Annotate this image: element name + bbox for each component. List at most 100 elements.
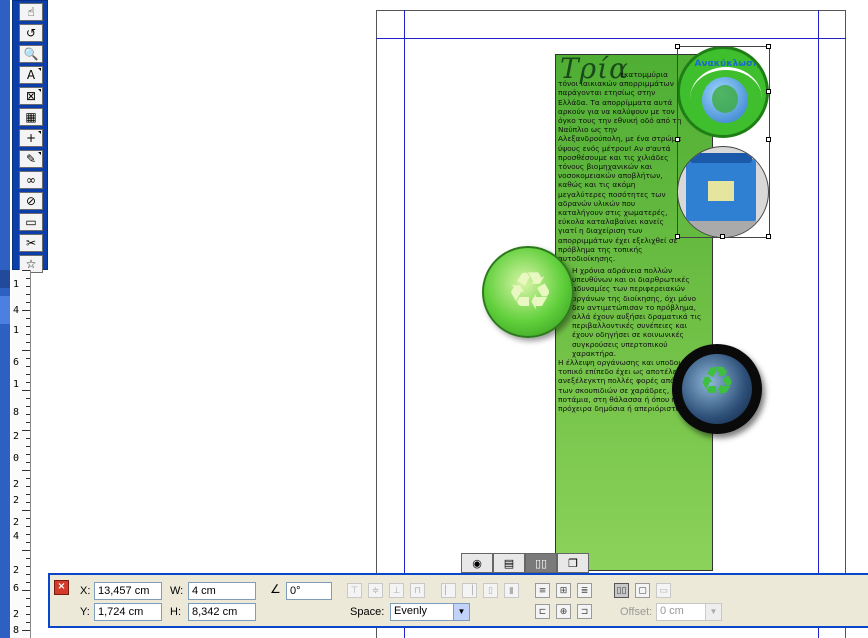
space-value: Evenly [394,605,428,617]
scissors-icon[interactable]: ✂ [19,234,43,252]
offset-select[interactable]: 0 cm ▼ [656,603,722,621]
width-field[interactable] [188,582,256,600]
resize-handle-br[interactable] [766,234,771,239]
article-body-text[interactable]: εκατομμύρια τόνοι ιαικιακών απορριμμάτων… [558,70,682,263]
hand-pointer-icon[interactable]: ☝ [19,3,43,21]
resize-handle-bl[interactable] [675,234,680,239]
resize-handle-mr[interactable] [766,137,771,142]
ruler-tick [22,390,30,391]
ruler-number: 8 [13,625,20,636]
distribute-even-button[interactable]: ▮ [504,583,519,598]
color-wheel-icon[interactable]: ◉ [461,553,493,573]
lock-button[interactable]: ⊓ [410,583,425,598]
ruler-tick [26,398,30,399]
link-icon[interactable]: ∞ [19,171,43,189]
align-left-edge-button[interactable]: ⊏ [535,604,550,619]
zoom-icon[interactable]: 🔍 [19,45,43,63]
layer-icon[interactable]: ▭ [19,213,43,231]
space-bottom-button[interactable]: ≣ [577,583,592,598]
resize-handle-tr[interactable] [766,44,771,49]
ruler-tick [26,574,30,575]
space-top-button[interactable]: ≡ [535,583,550,598]
ruler-number: 2 [13,609,20,620]
ruler-tick [26,494,30,495]
distribute-center-button[interactable]: ▕ [462,583,477,598]
unlink-icon[interactable]: ⊘ [19,192,43,210]
margin-guide-left [404,10,405,638]
distribute-left-button[interactable]: ▏ [441,583,456,598]
ruler-tick [26,286,30,287]
ruler-tick [26,302,30,303]
ruler-tick [26,334,30,335]
ruler-number: 2 [13,431,20,442]
text-tool-icon[interactable]: A [19,66,43,84]
ruler-number: 1 [13,379,20,390]
ruler-tick [26,406,30,407]
ruler-number: 1 [13,325,20,336]
close-icon[interactable]: × [54,580,69,595]
line-tool-icon[interactable]: + [19,129,43,147]
align-objects-icon[interactable]: ▯▯ [525,553,557,573]
duplicate-icon[interactable]: ❐ [557,553,589,573]
align-top-button[interactable]: ⊤ [347,583,362,598]
ruler-tick [26,438,30,439]
ruler-tick [26,502,30,503]
rotate-icon[interactable]: ↺ [19,24,43,42]
ruler-tick [26,326,30,327]
distribute-right-button[interactable]: ▯ [483,583,498,598]
ruler-tick [22,350,30,351]
recycle-symbol-image[interactable]: ♻ [482,246,574,338]
edge-segment [0,270,10,288]
align-h-center-button[interactable]: ⊕ [556,604,571,619]
film-icon[interactable]: ▤ [493,553,525,573]
ruler-tick [26,342,30,343]
earth-recycle-image[interactable]: ♻ [672,344,762,434]
height-field[interactable] [188,603,256,621]
ruler-tick [26,454,30,455]
relative-to-items-button[interactable]: ▯▯ [614,583,629,598]
ruler-number: 6 [13,583,20,594]
angle-field[interactable] [286,582,332,600]
align-center-button[interactable]: ≑ [368,583,383,598]
selection-bounding-box[interactable] [677,46,770,238]
ruler-tick [26,558,30,559]
ruler-tick [26,366,30,367]
ruler-tick [22,590,30,591]
pen-tool-icon[interactable]: ✎ [19,150,43,168]
window-edge-strip [0,0,10,638]
ruler-tick [26,278,30,279]
angle-icon: ∠ [270,582,281,596]
resize-handle-tl[interactable] [675,44,680,49]
resize-handle-ml[interactable] [675,137,680,142]
ruler-tick [26,294,30,295]
ruler-tick [22,470,30,471]
ruler-number: 4 [13,305,20,316]
space-middle-button[interactable]: ⊞ [556,583,571,598]
vertical-ruler[interactable]: 1 4 1 6 1 8 2 0 2 2 2 4 2 6 2 8 [12,270,31,638]
ruler-tick [26,318,30,319]
ruler-tick [22,310,30,311]
ruler-tick [26,566,30,567]
resize-handle-bm[interactable] [720,234,725,239]
ruler-number: 4 [13,531,20,542]
article-paragraph-2: Η χρόνια αδράνεια πολλών υπευθύνων και ο… [572,266,702,358]
space-select[interactable]: Evenly ▼ [390,603,470,621]
resize-handle-r1[interactable] [766,89,771,94]
table-tool-icon[interactable]: ▦ [19,108,43,126]
ruler-tick [26,526,30,527]
picture-box-icon[interactable]: ⊠ [19,87,43,105]
relative-to-spread-button[interactable]: ▭ [656,583,671,598]
ruler-tick [26,486,30,487]
y-field[interactable] [94,603,162,621]
relative-to-page-button[interactable]: ▢ [635,583,650,598]
x-field[interactable] [94,582,162,600]
article-lead-word: εκατομμύρια [620,70,668,79]
chevron-down-icon: ▼ [453,604,469,620]
align-bottom-button[interactable]: ⊥ [389,583,404,598]
ruler-number: 1 [13,279,20,290]
ruler-tick [26,446,30,447]
ruler-tick [22,510,30,511]
align-right-edge-button[interactable]: ⊐ [577,604,592,619]
recycle-icon: ♻ [506,262,554,322]
ruler-number: 8 [13,407,20,418]
